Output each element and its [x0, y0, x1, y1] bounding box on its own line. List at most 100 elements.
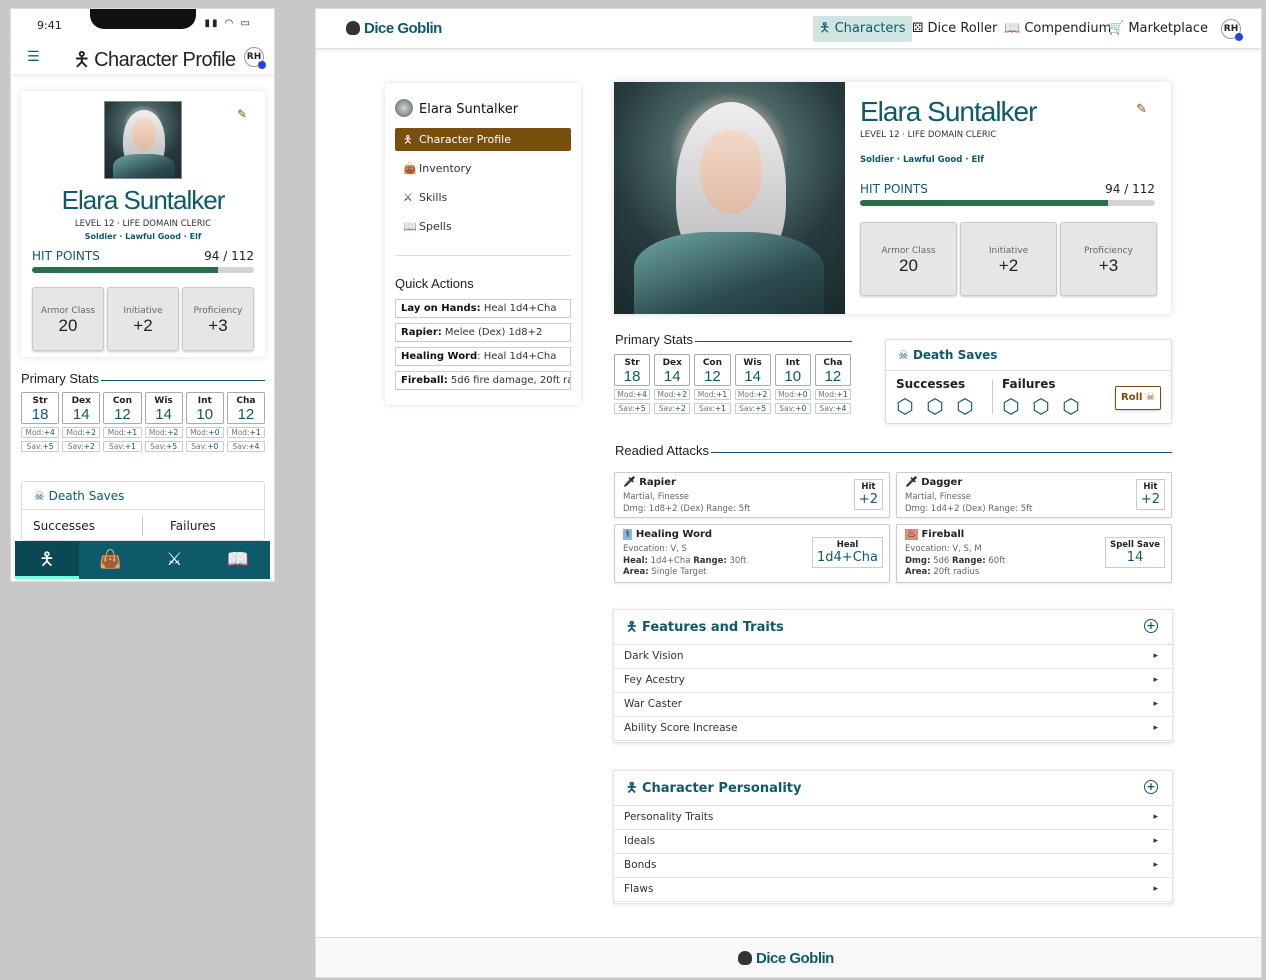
success-hex-icon[interactable]: ⬡: [926, 396, 944, 416]
tab-spells-icon[interactable]: 📖: [206, 541, 270, 579]
list-item[interactable]: Ability Score Increase: [614, 717, 1172, 741]
user-avatar[interactable]: RH: [244, 47, 266, 69]
ability-int[interactable]: Int 10 Mod:+0 Sav:+0: [185, 392, 224, 452]
stat-label: Proficiency: [193, 306, 243, 316]
stat-value: 20: [899, 256, 918, 275]
ability-str[interactable]: Str 18 Mod:+4 Sav:+5: [21, 392, 60, 452]
quick-action-fireball[interactable]: Fireball: 5d6 fire damage, 20ft rad.: [395, 371, 571, 390]
success-checkboxes: ⬡ ⬡ ⬡: [896, 396, 974, 417]
list-item[interactable]: Dark Vision: [614, 645, 1172, 669]
brand-logo[interactable]: Dice Goblin: [346, 20, 442, 37]
edit-pencil-icon[interactable]: ✎: [1136, 102, 1147, 117]
stat-box: Proficiency +3: [182, 287, 254, 351]
stat-value: +2: [133, 316, 153, 335]
sidebar-item-inventory[interactable]: 👜 Inventory: [395, 157, 571, 180]
hit-bonus-pill[interactable]: Hit +2: [853, 479, 883, 510]
dice-icon: ⚄: [912, 21, 924, 36]
add-circle-icon[interactable]: +: [1144, 780, 1158, 794]
heal-pill[interactable]: Heal 1d4+Cha: [812, 537, 883, 568]
success-hex-icon[interactable]: ⬡: [896, 396, 914, 416]
mobile-character-card: ✎ Elara Suntalker LEVEL 12 · LIFE DOMAIN…: [21, 91, 265, 357]
list-item[interactable]: Bonds: [614, 854, 1172, 878]
sidebar-item-skills[interactable]: ⚔ Skills: [395, 186, 571, 209]
character-subtitle: LEVEL 12 · LIFE DOMAIN CLERIC: [860, 130, 997, 140]
skull-icon: ☠: [34, 489, 45, 503]
features-header[interactable]: 🯅 Features and Traits +: [614, 610, 1172, 645]
sidebar-item-character-profile[interactable]: 🯅 Character Profile: [395, 128, 571, 151]
ability-mod: Mod:+1: [103, 427, 142, 438]
character-tags: Soldier · Lawful Good · Elf: [84, 232, 202, 241]
hp-row: HIT POINTS 94 / 112: [860, 182, 1155, 196]
signal-wifi-battery-icon: ▮▮ ◠ ▭: [204, 18, 252, 29]
list-item[interactable]: Ideals: [614, 830, 1172, 854]
quick-action-lay-on-hands[interactable]: Lay on Hands: Heal 1d4+Cha: [395, 299, 571, 318]
ability-con[interactable]: Con 12 Mod:+1 Sav:+1: [103, 392, 142, 452]
footer-logo[interactable]: Dice Goblin: [738, 950, 834, 967]
list-item[interactable]: Fey Acestry: [614, 669, 1172, 693]
failure-hex-icon[interactable]: ⬡: [1032, 396, 1050, 416]
character-subtitle: LEVEL 12 · LIFE DOMAIN CLERIC: [74, 219, 212, 229]
ability-save: Sav:+0: [774, 403, 811, 414]
edit-pencil-icon[interactable]: ✎: [237, 107, 247, 121]
quick-action-rapier[interactable]: Rapier: Melee (Dex) 1d8+2: [395, 323, 571, 342]
nav-dice-roller[interactable]: ⚄ Dice Roller: [906, 16, 1003, 42]
section-divider: [695, 341, 852, 342]
spell-save-pill[interactable]: Spell Save 14: [1105, 537, 1165, 568]
sidebar-item-spells[interactable]: 📖 Spells: [395, 215, 571, 238]
attack-card-healing-word[interactable]: ⚕ Healing Word Evocation: V, S Heal: 1d4…: [614, 524, 890, 583]
hp-bar-fill: [32, 267, 219, 273]
features-panel: 🯅 Features and Traits+ Dark VisionFey Ac…: [613, 609, 1173, 743]
attack-card-rapier[interactable]: 🗡 Rapier Martial, Finesse Dmg: 1d8+2 (De…: [614, 472, 890, 518]
bag-icon: 👜: [403, 162, 417, 175]
hp-bar: [860, 200, 1155, 206]
failure-hex-icon[interactable]: ⬡: [1062, 396, 1080, 416]
ability-mod: Mod:+2: [654, 389, 691, 400]
list-item[interactable]: Personality Traits: [614, 806, 1172, 830]
ability-mod: Mod:+2: [144, 427, 183, 438]
attack-card-dagger[interactable]: 🗡 Dagger Martial, Finesse Dmg: 1d4+2 (De…: [896, 472, 1172, 518]
character-avatar: [395, 99, 413, 117]
ability-cha[interactable]: Cha 12 Mod:+1 Sav:+4: [226, 392, 266, 452]
tab-profile-icon[interactable]: 🯅: [15, 541, 79, 579]
add-circle-icon[interactable]: +: [1144, 619, 1158, 633]
ability-save: Sav:+5: [144, 441, 183, 452]
list-item[interactable]: Flaws: [614, 878, 1172, 902]
swords-icon: ⚔: [403, 191, 413, 204]
list-item[interactable]: War Caster: [614, 693, 1172, 717]
nav-marketplace[interactable]: 🛒 Marketplace: [1102, 16, 1214, 42]
section-divider: [710, 452, 1172, 453]
ability-wis[interactable]: Wis 14 Mod:+2 Sav:+5: [144, 392, 183, 452]
stat-value: 20: [58, 316, 78, 335]
mobile-primary-stats-title: Primary Stats: [21, 371, 265, 386]
ability-cha[interactable]: Cha 12 Mod:+1 Sav:+4: [814, 354, 852, 414]
failure-hex-icon[interactable]: ⬡: [1002, 396, 1020, 416]
mobile-death-saves-header: ☠ Death Saves: [22, 482, 264, 510]
ability-con[interactable]: Con 12 Mod:+1 Sav:+1: [694, 354, 731, 414]
ability-wis[interactable]: Wis 14 Mod:+2 Sav:+5: [734, 354, 771, 414]
personality-header[interactable]: 🯅 Character Personality +: [614, 771, 1172, 806]
ability-mod: Mod:+4: [614, 389, 651, 400]
success-hex-icon[interactable]: ⬡: [956, 396, 974, 416]
tab-skills-icon[interactable]: ⚔: [143, 541, 207, 579]
roll-death-save-button[interactable]: Roll ☠: [1115, 386, 1161, 410]
mobile-death-saves: ☠ Death Saves Successes Failures: [21, 481, 265, 541]
sidebar-character[interactable]: Elara Suntalker: [395, 99, 518, 117]
stat-label: Armor Class: [881, 246, 936, 256]
readied-attacks-title: Readied Attacks: [615, 443, 1172, 458]
ability-dex[interactable]: Dex 14 Mod:+2 Sav:+2: [62, 392, 101, 452]
sidebar: Elara Suntalker 🯅 Character Profile 👜 Inve…: [385, 83, 581, 405]
attack-card-fireball[interactable]: ♨ Fireball Evocation: V, S, M Dmg: 5d6 R…: [896, 524, 1172, 583]
user-avatar[interactable]: RH: [1221, 19, 1243, 41]
nav-compendium[interactable]: 📖 Compendium: [998, 16, 1117, 42]
nav-characters[interactable]: 🯅 Characters: [813, 16, 912, 42]
quick-action-healing-word[interactable]: Healing Word: Heal 1d4+Cha: [395, 347, 571, 366]
ability-str[interactable]: Str 18 Mod:+4 Sav:+5: [614, 354, 651, 414]
hit-bonus-pill[interactable]: Hit +2: [1135, 479, 1165, 510]
hp-row: HIT POINTS 94 / 112: [32, 249, 254, 263]
personality-list: Personality TraitsIdealsBondsFlaws: [614, 806, 1172, 902]
hamburger-menu-icon[interactable]: ☰: [27, 49, 40, 65]
ability-int[interactable]: Int 10 Mod:+0 Sav:+0: [774, 354, 811, 414]
ability-dex[interactable]: Dex 14 Mod:+2 Sav:+2: [654, 354, 691, 414]
hp-bar: [32, 267, 254, 273]
tab-inventory-icon[interactable]: 👜: [79, 541, 143, 579]
